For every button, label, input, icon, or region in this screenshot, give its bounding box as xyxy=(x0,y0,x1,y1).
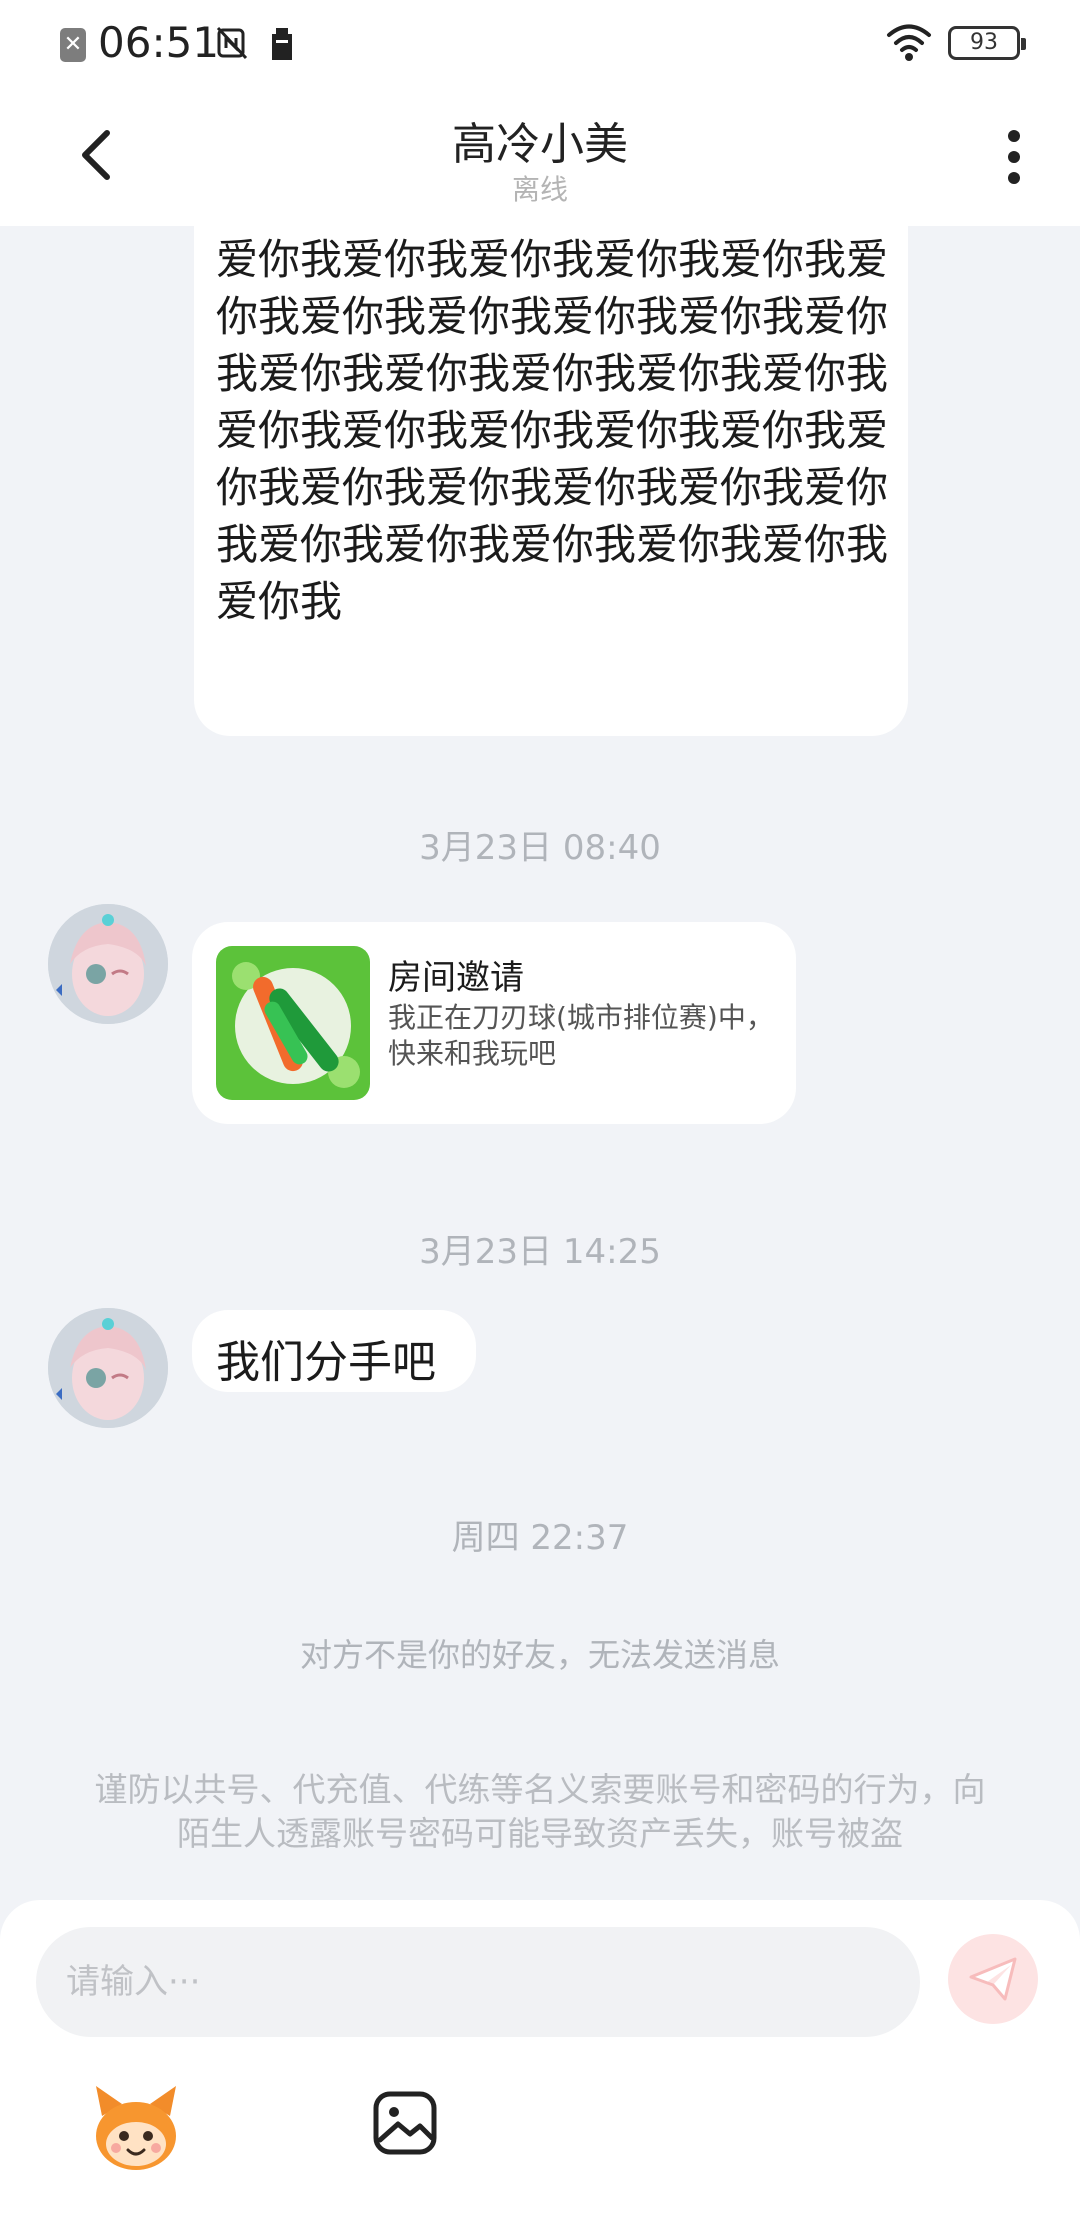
contact-name: 高冷小美 xyxy=(452,119,628,170)
image-button[interactable] xyxy=(372,2090,438,2156)
top-bar: ✕ 06:51 93 高冷小美 离线 xyxy=(0,0,1080,226)
send-button[interactable] xyxy=(948,1934,1038,2024)
image-icon xyxy=(373,2091,437,2155)
online-status: 离线 xyxy=(511,173,568,206)
timestamp: 3月23日 14:25 xyxy=(419,1232,661,1272)
avatar-image xyxy=(48,1308,168,1428)
wifi-icon xyxy=(887,24,931,61)
emoji-mascot-icon xyxy=(96,2086,176,2170)
message-input-container xyxy=(36,1927,920,2037)
blade-ball-icon xyxy=(216,946,370,1100)
game-thumbnail xyxy=(216,946,370,1100)
nfc-off-icon xyxy=(216,26,248,60)
avatar[interactable] xyxy=(48,904,168,1024)
more-dot xyxy=(1008,172,1020,184)
chat-screen: ✕ 06:51 93 高冷小美 离线 爱你我爱你我爱你我爱你我爱你我爱你我爱你我… xyxy=(0,0,1080,2214)
room-invite-card[interactable]: 房间邀请 我正在刀刃球(城市排位赛)中，快来和我玩吧 xyxy=(192,922,796,1124)
avatar-image xyxy=(48,904,168,1024)
message-input[interactable] xyxy=(36,1927,920,2037)
message-text: 我爱你我爱你我爱你我爱你我爱你我爱你我爱你我爱你我爱你我爱你我爱你我爱你我爱你我… xyxy=(216,190,889,626)
storage-icon xyxy=(272,28,292,60)
send-icon xyxy=(969,1957,1017,2001)
battery-icon: 93 xyxy=(948,26,1026,60)
message-bubble-breakup[interactable]: 我们分手吧 xyxy=(192,1310,476,1392)
avatar[interactable] xyxy=(48,1308,168,1428)
more-vertical-icon xyxy=(1008,130,1020,142)
invite-description: 我正在刀刃球(城市排位赛)中，快来和我玩吧 xyxy=(388,1001,774,1070)
input-panel xyxy=(0,1900,1080,2214)
invite-title: 房间邀请 xyxy=(388,958,524,998)
status-time: 06:51 xyxy=(98,18,220,67)
timestamp: 周四 22:37 xyxy=(451,1518,629,1558)
message-bubble-love[interactable]: 我爱你我爱你我爱你我爱你我爱你我爱你我爱你我爱你我爱你我爱你我爱你我爱你我爱你我… xyxy=(194,190,908,736)
status-bar: ✕ 06:51 93 xyxy=(0,0,1080,90)
not-friend-notice: 对方不是你的好友，无法发送消息 xyxy=(299,1636,780,1674)
timestamp: 3月23日 08:40 xyxy=(419,828,661,868)
sim-off-icon: ✕ xyxy=(60,28,86,62)
emoji-button[interactable] xyxy=(88,2080,184,2176)
security-warning: 谨防以共号、代充值、代练等名义索要账号和密码的行为，向陌生人透露账号密码可能导致… xyxy=(94,1770,986,1853)
more-options-button[interactable] xyxy=(996,124,1032,190)
more-dot xyxy=(1008,151,1020,163)
